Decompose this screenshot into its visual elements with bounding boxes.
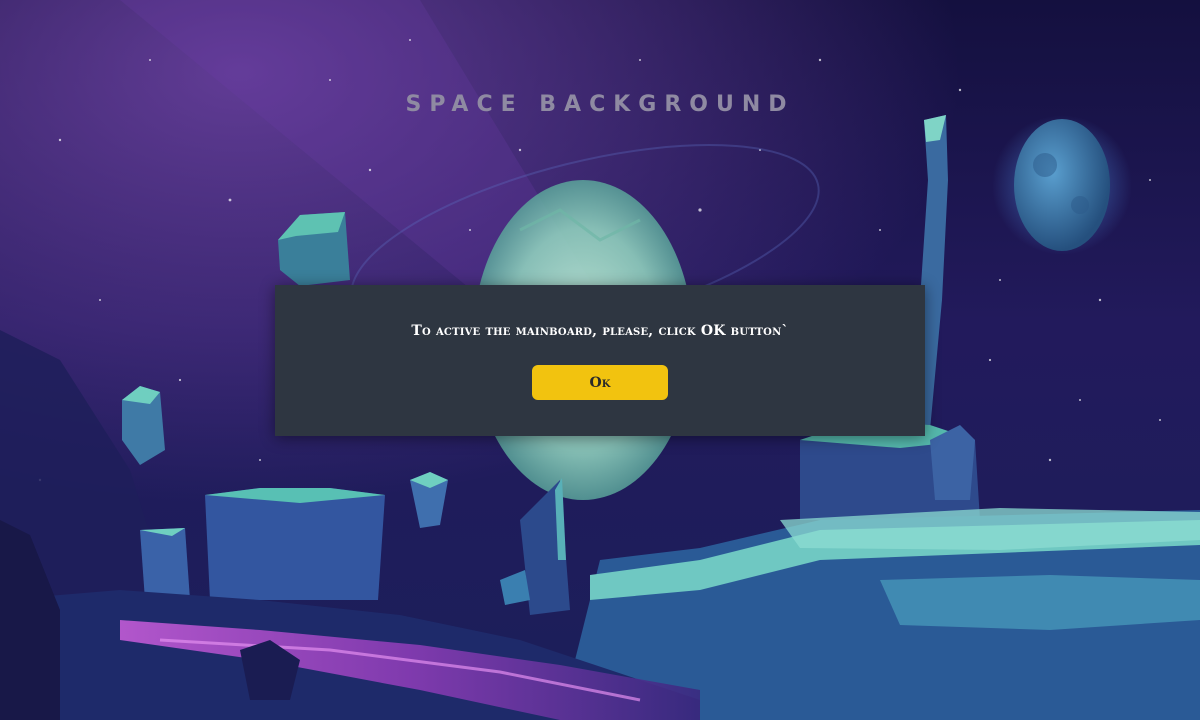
ok-button[interactable]: Ok <box>532 365 668 400</box>
dialog-message: To active the mainboard, please, click O… <box>411 323 789 339</box>
activation-dialog: To active the mainboard, please, click O… <box>275 285 925 436</box>
page-root: SPACE BACKGROUND To active the mainboard… <box>0 0 1200 720</box>
background-title: SPACE BACKGROUND <box>405 92 795 117</box>
